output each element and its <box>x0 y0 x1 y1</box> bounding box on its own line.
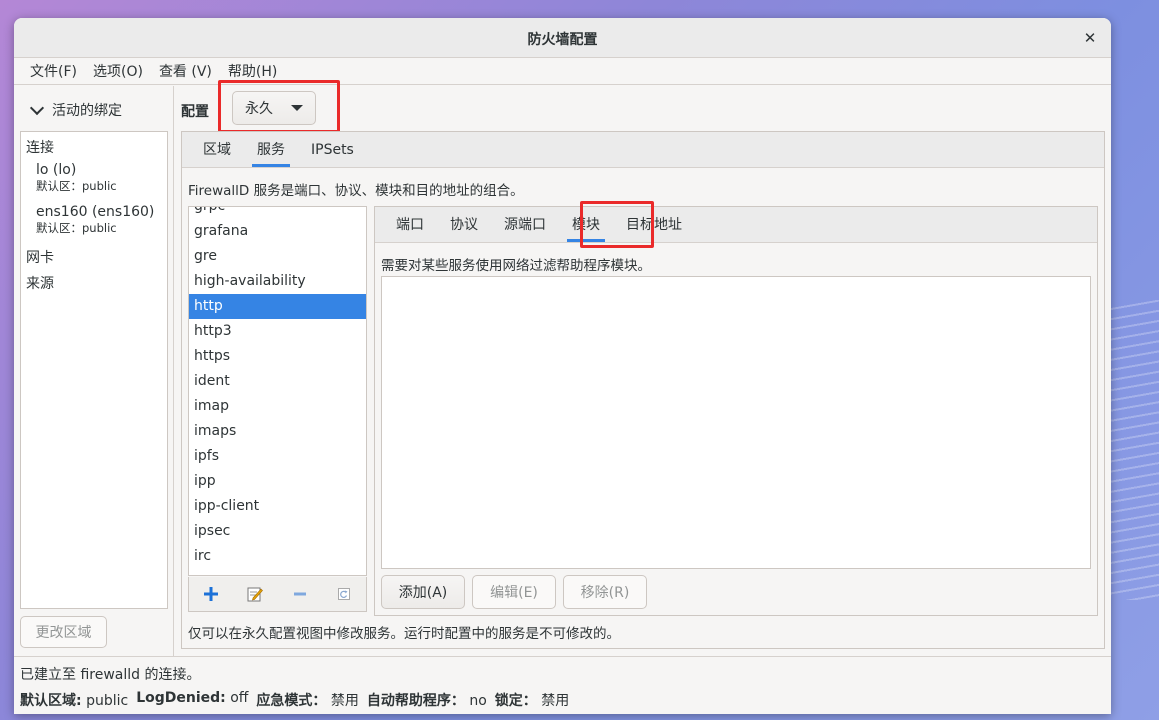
services-footer-note: 仅可以在永久配置视图中修改服务。运行时配置中的服务是不可修改的。 <box>188 626 620 642</box>
list-item[interactable]: ipsec <box>189 519 366 544</box>
modules-description: 需要对某些服务使用网络过滤帮助程序模块。 <box>381 258 651 274</box>
list-item[interactable]: http3 <box>189 319 366 344</box>
main-notebook: 区域 服务 IPSets FirewallD 服务是端口、协议、模块和目的地址的… <box>181 131 1105 649</box>
list-item[interactable]: irc <box>189 544 366 569</box>
connection-status: 已建立至 firewalld 的连接。 <box>20 667 201 683</box>
menu-file[interactable]: 文件(F) <box>22 61 85 81</box>
auto-helpers-label: 自动帮助程序： <box>366 693 465 709</box>
service-detail-tabs: 端口 协议 源端口 模块 目标地址 <box>375 207 1097 243</box>
list-item[interactable]: ipfs <box>189 444 366 469</box>
statusbar: 已建立至 firewalld 的连接。 默认区域: public LogDeni… <box>14 656 1111 714</box>
tab-services[interactable]: 服务 <box>244 132 298 167</box>
list-item[interactable]: ipp-client <box>189 494 366 519</box>
connection-name: lo (lo) <box>36 162 77 178</box>
add-module-button[interactable]: 添加(A) <box>381 575 465 609</box>
menu-options[interactable]: 选项(O) <box>85 61 151 81</box>
logdenied-label: LogDenied: <box>136 690 226 706</box>
main-panel: 配置 永久 区域 服务 IPSets FirewallD 服务是端口、协议、模块… <box>175 80 1111 656</box>
logdenied-value: off <box>230 690 249 706</box>
config-label: 配置 <box>181 104 209 120</box>
edit-icon[interactable] <box>243 582 267 606</box>
auto-helpers-value: no <box>469 693 487 709</box>
list-item[interactable]: imap <box>189 394 366 419</box>
services-list[interactable]: grpc grafana gre high-availability http … <box>188 206 367 576</box>
list-item[interactable]: grafana <box>189 219 366 244</box>
tab-ipsets[interactable]: IPSets <box>298 132 367 167</box>
list-item[interactable]: high-availability <box>189 269 366 294</box>
chevron-down-icon <box>29 100 45 116</box>
edit-module-button[interactable]: 编辑(E) <box>472 575 556 609</box>
active-bindings-label: 活动的绑定 <box>52 103 122 119</box>
list-item-selected[interactable]: http <box>189 294 366 319</box>
window-title: 防火墙配置 <box>527 32 598 48</box>
tab-ports[interactable]: 端口 <box>383 207 437 242</box>
list-item[interactable]: ident <box>189 369 366 394</box>
menu-view[interactable]: 查看 (V) <box>151 61 220 81</box>
status-details: 默认区域: public LogDenied: off 应急模式： 禁用 自动帮… <box>20 690 569 710</box>
modules-list[interactable] <box>381 276 1091 569</box>
close-icon[interactable]: ✕ <box>1079 27 1101 49</box>
titlebar: 防火墙配置 ✕ <box>14 18 1111 58</box>
connection-item[interactable]: ens160 (ens160) 默认区：public <box>21 204 154 236</box>
menu-help[interactable]: 帮助(H) <box>220 61 285 81</box>
panic-mode-value: 禁用 <box>330 693 359 709</box>
list-item[interactable]: grpc <box>189 207 366 219</box>
services-toolbar <box>188 577 367 612</box>
change-zone-button[interactable]: 更改区域 <box>20 616 107 648</box>
list-item[interactable]: imaps <box>189 419 366 444</box>
tab-zones[interactable]: 区域 <box>190 132 244 167</box>
reload-icon[interactable] <box>332 582 356 606</box>
panic-mode-label: 应急模式： <box>256 693 327 709</box>
firewall-config-window: 防火墙配置 ✕ 文件(F) 选项(O) 查看 (V) 帮助(H) 活动的绑定 连… <box>14 18 1111 714</box>
active-bindings-header[interactable]: 活动的绑定 <box>29 100 122 120</box>
group-connections[interactable]: 连接 <box>21 137 54 157</box>
bindings-list: 连接 lo (lo) 默认区：public ens160 (ens160) 默认… <box>20 131 168 609</box>
list-item[interactable]: https <box>189 344 366 369</box>
connection-name: ens160 (ens160) <box>36 204 155 220</box>
connection-zone: 默认区：public <box>36 179 117 193</box>
services-description: FirewallD 服务是端口、协议、模块和目的地址的组合。 <box>188 183 524 199</box>
list-item[interactable]: gre <box>189 244 366 269</box>
service-details-notebook: 端口 协议 源端口 模块 目标地址 需要对某些服务使用网络过滤帮助程序模块。 添… <box>374 201 1098 616</box>
list-item[interactable]: ipp <box>189 469 366 494</box>
highlight-box-modules <box>580 201 654 248</box>
connection-item[interactable]: lo (lo) 默认区：public <box>21 162 117 194</box>
menubar: 文件(F) 选项(O) 查看 (V) 帮助(H) <box>14 58 1111 85</box>
default-zone-label: 默认区域: <box>20 693 82 709</box>
main-tabs: 区域 服务 IPSets <box>182 132 1104 168</box>
tab-protocols[interactable]: 协议 <box>437 207 491 242</box>
tab-source-ports[interactable]: 源端口 <box>491 207 559 242</box>
group-sources[interactable]: 来源 <box>21 273 54 293</box>
active-bindings-sidebar: 活动的绑定 连接 lo (lo) 默认区：public ens160 (ens1… <box>14 86 174 656</box>
highlight-box-config <box>218 80 340 133</box>
remove-module-button[interactable]: 移除(R) <box>563 575 647 609</box>
connection-zone: 默认区：public <box>36 221 117 235</box>
group-interfaces[interactable]: 网卡 <box>21 247 54 267</box>
add-icon[interactable] <box>199 582 223 606</box>
lockdown-label: 锁定： <box>494 693 537 709</box>
lockdown-value: 禁用 <box>541 693 570 709</box>
default-zone-value: public <box>86 693 129 709</box>
remove-icon[interactable] <box>288 582 312 606</box>
